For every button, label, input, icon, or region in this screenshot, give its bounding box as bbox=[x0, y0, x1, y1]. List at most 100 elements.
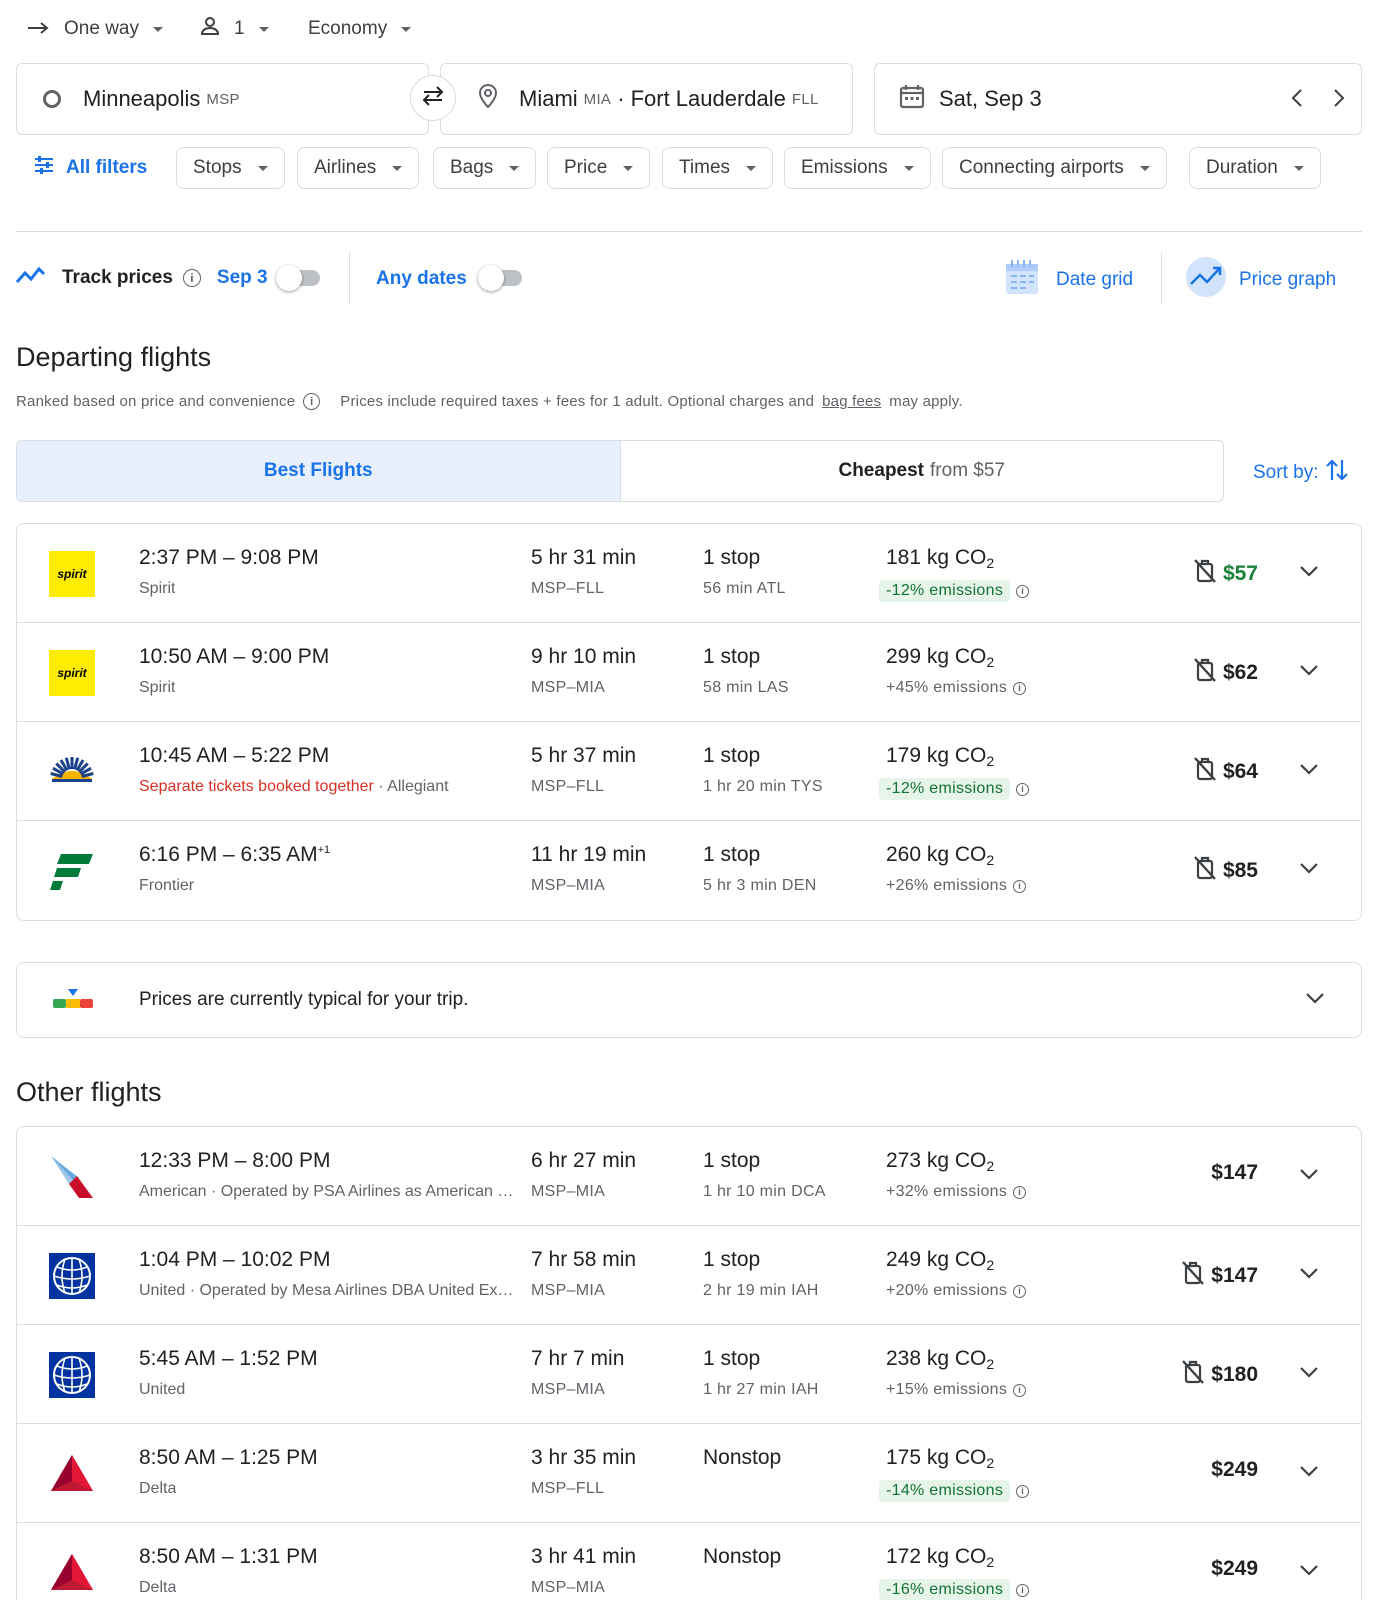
info-icon[interactable]: i bbox=[1016, 782, 1030, 796]
co2-text: 238 kg CO bbox=[886, 1347, 987, 1370]
flight-duration: 5 hr 37 min bbox=[531, 744, 637, 767]
departure-date-field[interactable]: Sat, Sep 3 bbox=[874, 63, 1362, 135]
layover-info: 56 min ATL bbox=[703, 580, 786, 597]
tab-cheapest[interactable]: Cheapest from $57 bbox=[621, 441, 1224, 501]
flight-row[interactable]: spirit 2:37 PM – 9:08 PM Spirit 5 hr 31 … bbox=[17, 524, 1361, 623]
origin-field[interactable]: Minneapolis MSP bbox=[16, 63, 429, 135]
flight-price: $249 bbox=[1211, 1557, 1258, 1581]
info-icon[interactable]: i bbox=[1013, 1383, 1027, 1397]
delta-logo-icon bbox=[49, 1550, 95, 1596]
expand-chevron-down-icon[interactable] bbox=[1299, 1266, 1319, 1286]
info-icon[interactable]: i bbox=[182, 269, 201, 287]
filter-bags[interactable]: Bags bbox=[433, 147, 537, 189]
flight-row[interactable]: 8:50 AM – 1:25 PM Delta 3 hr 35 min MSP–… bbox=[17, 1424, 1361, 1523]
next-day-indicator: +1 bbox=[317, 844, 331, 856]
expand-chevron-down-icon[interactable] bbox=[1299, 861, 1319, 881]
filter-connecting-airports[interactable]: Connecting airports bbox=[942, 147, 1167, 189]
expand-chevron-down-icon[interactable] bbox=[1299, 1365, 1319, 1385]
filter-price[interactable]: Price bbox=[547, 147, 651, 189]
emissions-info: +15% emissions i bbox=[886, 1381, 1027, 1399]
flight-times-text: 10:45 AM – 5:22 PM bbox=[139, 744, 330, 767]
chevron-down-icon[interactable] bbox=[1305, 991, 1325, 1009]
co2-amount: 179 kg CO2 bbox=[886, 744, 995, 769]
price-insight-card[interactable]: Prices are currently typical for your tr… bbox=[16, 962, 1362, 1038]
filter-stops[interactable]: Stops bbox=[176, 147, 285, 189]
person-icon bbox=[200, 16, 220, 42]
united-logo-icon bbox=[49, 1253, 95, 1299]
co2-amount: 181 kg CO2 bbox=[886, 546, 995, 571]
swap-button[interactable] bbox=[410, 75, 456, 121]
expand-chevron-down-icon[interactable] bbox=[1299, 762, 1319, 782]
stops-count: Nonstop bbox=[703, 1446, 782, 1469]
expand-chevron-down-icon[interactable] bbox=[1299, 1464, 1319, 1484]
flight-row[interactable]: 10:45 AM – 5:22 PM Separate tickets book… bbox=[17, 722, 1361, 821]
sort-by-button[interactable]: Sort by: bbox=[1253, 458, 1349, 488]
all-filters-button[interactable]: All filters bbox=[34, 147, 148, 189]
flight-times-text: 8:50 AM – 1:31 PM bbox=[139, 1545, 318, 1568]
price-graph-button[interactable]: Price graph bbox=[1185, 256, 1336, 304]
flight-row[interactable]: 1:04 PM – 10:02 PM United · Operated by … bbox=[17, 1226, 1361, 1325]
trip-type-select[interactable]: One way bbox=[28, 14, 163, 44]
delta-logo-icon bbox=[49, 1451, 95, 1497]
flight-duration: 5 hr 31 min bbox=[531, 546, 637, 569]
chip-label: Airlines bbox=[314, 157, 377, 178]
layover-info: 2 hr 19 min IAH bbox=[703, 1282, 819, 1299]
bag-fees-link[interactable]: bag fees bbox=[822, 393, 881, 410]
info-icon[interactable]: i bbox=[1013, 879, 1027, 893]
flight-duration: 7 hr 58 min bbox=[531, 1248, 637, 1271]
flight-times-text: 8:50 AM – 1:25 PM bbox=[139, 1446, 318, 1469]
airline-info: Delta bbox=[139, 1579, 176, 1597]
other-flights-list: 12:33 PM – 8:00 PM American · Operated b… bbox=[16, 1126, 1362, 1600]
co2-text: 273 kg CO bbox=[886, 1149, 987, 1172]
flight-row[interactable]: 5:45 AM – 1:52 PM United 7 hr 7 min MSP–… bbox=[17, 1325, 1361, 1424]
info-icon[interactable]: i bbox=[1016, 1484, 1030, 1498]
cabin-class-select[interactable]: Economy bbox=[308, 14, 412, 44]
tab-best-flights[interactable]: Best Flights bbox=[17, 441, 621, 501]
date-grid-button[interactable]: Date grid bbox=[1004, 258, 1133, 302]
no-carry-on-bag-icon bbox=[1193, 657, 1217, 689]
airline-name: United bbox=[139, 1381, 186, 1398]
destination-field[interactable]: Miami MIA · Fort Lauderdale FLL bbox=[440, 63, 853, 135]
american-logo-icon bbox=[49, 1154, 95, 1200]
previous-date-button[interactable] bbox=[1291, 88, 1303, 114]
flight-row[interactable]: 12:33 PM – 8:00 PM American · Operated b… bbox=[17, 1127, 1361, 1226]
flight-row[interactable]: 8:50 AM – 1:31 PM Delta 3 hr 41 min MSP–… bbox=[17, 1523, 1361, 1600]
filter-times[interactable]: Times bbox=[662, 147, 774, 189]
chevron-right-icon bbox=[1334, 89, 1345, 107]
flight-times-text: 12:33 PM – 8:00 PM bbox=[139, 1149, 331, 1172]
flight-times: 8:50 AM – 1:25 PM bbox=[139, 1446, 318, 1470]
expand-chevron-down-icon[interactable] bbox=[1299, 1563, 1319, 1583]
expand-chevron-down-icon[interactable] bbox=[1299, 1167, 1319, 1187]
info-icon[interactable]: i bbox=[1016, 584, 1030, 598]
filter-emissions[interactable]: Emissions bbox=[784, 147, 931, 189]
info-icon[interactable]: i bbox=[303, 393, 321, 410]
info-icon[interactable]: i bbox=[1013, 681, 1027, 695]
next-date-button[interactable] bbox=[1333, 88, 1345, 114]
stops-count: 1 stop bbox=[703, 1248, 761, 1271]
expand-chevron-down-icon[interactable] bbox=[1299, 663, 1319, 683]
flight-duration: 9 hr 10 min bbox=[531, 645, 637, 668]
emissions-info: -12% emissions i bbox=[879, 580, 1030, 602]
filter-airlines[interactable]: Airlines bbox=[297, 147, 420, 189]
airline-name: United · Operated by Mesa Airlines DBA U… bbox=[139, 1282, 519, 1299]
filter-sliders-icon bbox=[34, 156, 54, 180]
co2-amount: 299 kg CO2 bbox=[886, 645, 995, 670]
flight-row[interactable]: 6:16 PM – 6:35 AM+1 Frontier 11 hr 19 mi… bbox=[17, 821, 1361, 920]
filter-duration[interactable]: Duration bbox=[1189, 147, 1321, 189]
track-prices-toggle[interactable] bbox=[276, 263, 322, 293]
stops-count: 1 stop bbox=[703, 843, 761, 866]
flight-row[interactable]: spirit 10:50 AM – 9:00 PM Spirit 9 hr 10… bbox=[17, 623, 1361, 722]
expand-chevron-down-icon[interactable] bbox=[1299, 564, 1319, 584]
price-graph-icon bbox=[1185, 256, 1227, 304]
passenger-select[interactable]: 1 bbox=[200, 14, 269, 44]
origin-circle-icon bbox=[43, 90, 61, 108]
emissions-badge: -12% emissions bbox=[879, 580, 1011, 602]
info-icon[interactable]: i bbox=[1016, 1583, 1030, 1597]
info-icon[interactable]: i bbox=[1013, 1185, 1027, 1199]
track-prices-label: Track prices bbox=[62, 267, 173, 288]
airline-info: Spirit bbox=[139, 679, 175, 697]
co2-amount: 175 kg CO2 bbox=[886, 1446, 995, 1471]
info-icon[interactable]: i bbox=[1013, 1284, 1027, 1298]
any-dates-toggle[interactable] bbox=[478, 263, 524, 293]
emissions-info: +32% emissions i bbox=[886, 1183, 1027, 1201]
